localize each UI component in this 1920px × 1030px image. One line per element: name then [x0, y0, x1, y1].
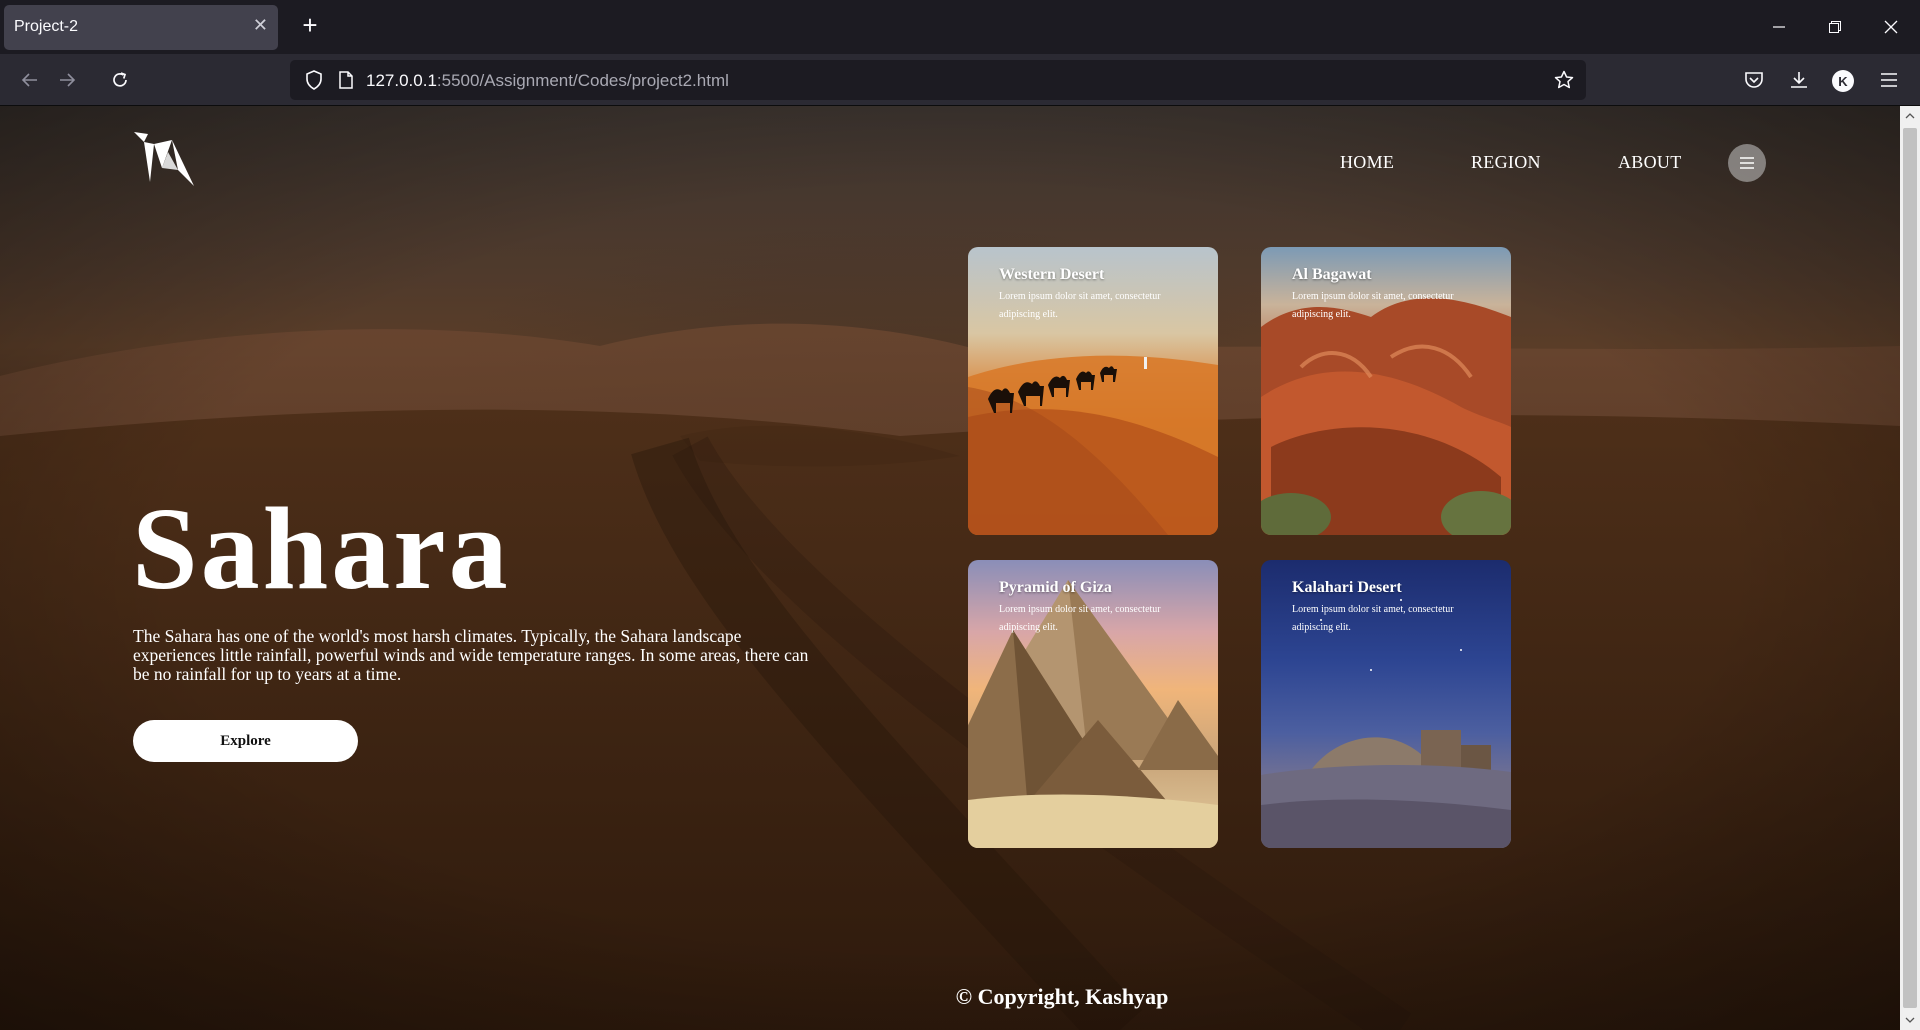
minimize-icon [1773, 26, 1785, 28]
nav-link-region[interactable]: REGION [1471, 152, 1541, 173]
url-path: :5500/Assignment/Codes/project2.html [436, 71, 729, 90]
card-al-bagawat[interactable]: Al Bagawat Lorem ipsum dolor sit amet, c… [1261, 247, 1511, 535]
nav-link-about[interactable]: ABOUT [1618, 152, 1682, 173]
footer-copyright: © Copyright, Kashyap [955, 984, 1169, 1009]
url-host: 127.0.0.1 [366, 71, 437, 90]
card-title: Pyramid of Giza [999, 579, 1112, 596]
close-icon [1884, 20, 1898, 34]
card-kalahari-desert[interactable]: Kalahari Desert Lorem ipsum dolor sit am… [1261, 560, 1511, 848]
card-western-desert[interactable]: Western Desert Lorem ipsum dolor sit ame… [968, 247, 1218, 535]
downloads-button[interactable] [1783, 64, 1815, 96]
card-title: Kalahari Desert [1292, 579, 1402, 596]
scroll-down-arrow-icon[interactable] [1900, 1010, 1920, 1030]
pocket-icon [1745, 72, 1763, 88]
arrow-right-icon [60, 73, 76, 87]
hamburger-menu-icon [1740, 157, 1754, 169]
card-text: Lorem ipsum dolor sit amet, consectetur … [999, 291, 1161, 320]
tab-title: Project-2 [14, 18, 79, 35]
site-menu-button[interactable] [1728, 144, 1766, 182]
app-menu-button[interactable] [1873, 64, 1905, 96]
card-title: Western Desert [999, 266, 1105, 283]
card-text: Lorem ipsum dolor sit amet, consectetur … [999, 604, 1161, 633]
url-text[interactable]: 127.0.0.1:5500/Assignment/Codes/project2… [366, 71, 729, 91]
back-button[interactable] [14, 64, 46, 96]
restore-icon [1829, 21, 1841, 33]
card-text: Lorem ipsum dolor sit amet, consectetur … [1292, 604, 1454, 633]
site-logo-icon[interactable] [132, 130, 196, 190]
address-bar[interactable]: 127.0.0.1:5500/Assignment/Codes/project2… [290, 60, 1586, 100]
minimize-window-button[interactable] [1756, 10, 1802, 44]
scroll-up-arrow-icon[interactable] [1900, 106, 1920, 126]
page-hero-background: HOME REGION ABOUT Sahara The Sahara has … [0, 106, 1900, 1030]
hero-description: The Sahara has one of the world's most h… [133, 626, 809, 684]
bookmark-star-icon[interactable] [1550, 66, 1578, 94]
reload-icon [113, 72, 127, 87]
close-tab-icon[interactable]: ✕ [253, 16, 268, 34]
browser-tab[interactable]: Project-2 ✕ [4, 5, 278, 50]
new-tab-button[interactable]: + [294, 10, 326, 42]
forward-button[interactable] [51, 64, 83, 96]
nav-link-home[interactable]: HOME [1340, 152, 1394, 173]
card-pyramid-of-giza[interactable]: Pyramid of Giza Lorem ipsum dolor sit am… [968, 560, 1218, 848]
download-icon [1791, 72, 1807, 88]
shield-icon[interactable] [300, 66, 328, 94]
reload-button[interactable] [104, 64, 136, 96]
browser-toolbar: 127.0.0.1:5500/Assignment/Codes/project2… [0, 54, 1920, 106]
pocket-button[interactable] [1738, 64, 1770, 96]
page-icon[interactable] [332, 66, 360, 94]
card-title: Al Bagawat [1292, 266, 1372, 283]
page-scrollbar[interactable] [1900, 106, 1920, 1030]
scrollbar-thumb[interactable] [1903, 128, 1917, 1008]
hamburger-menu-icon [1881, 73, 1897, 87]
account-avatar[interactable]: K [1832, 70, 1854, 92]
hero-title: Sahara [132, 483, 511, 614]
browser-tab-bar: Project-2 ✕ + [0, 0, 1920, 54]
arrow-left-icon [21, 73, 37, 87]
close-window-button[interactable] [1868, 10, 1914, 44]
restore-window-button[interactable] [1812, 10, 1858, 44]
card-text: Lorem ipsum dolor sit amet, consectetur … [1292, 291, 1454, 320]
explore-button[interactable]: Explore [133, 720, 358, 762]
